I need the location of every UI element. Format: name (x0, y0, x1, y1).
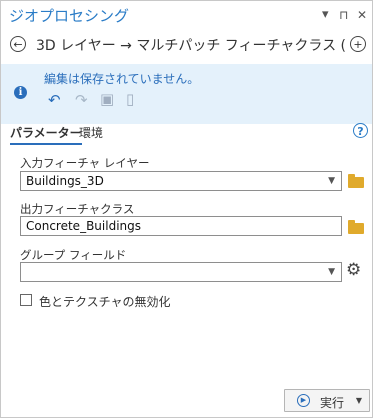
save-edits-icon[interactable]: ▣ (100, 91, 114, 107)
pin-icon[interactable]: ⊓ (339, 8, 348, 22)
input-features-value: Buildings_3D (26, 174, 104, 188)
chevron-down-icon[interactable]: ▼ (356, 396, 362, 405)
undo-icon[interactable]: ↶ (48, 92, 61, 108)
back-button[interactable]: ← (10, 36, 26, 52)
grouping-field-label: グループ フィールド (20, 248, 127, 262)
tab-environments[interactable]: 環境 (79, 124, 103, 141)
run-button[interactable]: ▶ 実行 ▼ (284, 389, 370, 412)
pane-title: ジオプロセシング (9, 7, 130, 25)
add-button[interactable]: + (350, 36, 366, 52)
tab-parameters[interactable]: パラメーター (10, 124, 82, 145)
browse-folder-icon[interactable] (348, 174, 364, 188)
discard-edits-icon[interactable]: ▯ (126, 91, 134, 107)
help-icon[interactable]: ? (353, 123, 368, 138)
input-features-label: 入力フィーチャ レイヤー (20, 156, 150, 170)
redo-icon[interactable]: ↷ (75, 92, 88, 108)
chevron-down-icon: ▼ (328, 176, 335, 186)
output-feature-class-field[interactable]: Concrete_Buildings (20, 216, 342, 236)
run-label: 実行 (320, 396, 345, 410)
gear-icon[interactable]: ⚙ (346, 261, 361, 279)
browse-folder-icon[interactable] (348, 220, 364, 234)
back-arrow-icon: ← (13, 37, 23, 51)
grouping-field-dropdown[interactable]: ▼ (20, 262, 342, 282)
output-feature-class-value: Concrete_Buildings (26, 219, 141, 233)
plus-icon: + (353, 37, 363, 51)
play-icon: ▶ (297, 394, 310, 407)
unsaved-edits-message: 編集は保存されていません。 (44, 72, 200, 86)
chevron-down-icon: ▼ (328, 267, 335, 277)
output-feature-class-label: 出力フィーチャクラス (20, 202, 135, 216)
tool-name: 3D レイヤー → マルチパッチ フィーチャクラス (Layer 3... (36, 38, 346, 54)
disable-color-texture-checkbox[interactable] (20, 294, 32, 306)
disable-color-texture-label: 色とテクスチャの無効化 (39, 295, 171, 309)
input-features-dropdown[interactable]: Buildings_3D ▼ (20, 171, 342, 191)
info-icon: i (14, 86, 27, 99)
options-dropdown-icon[interactable]: ▾ (322, 8, 329, 22)
close-icon[interactable]: ✕ (357, 8, 367, 22)
